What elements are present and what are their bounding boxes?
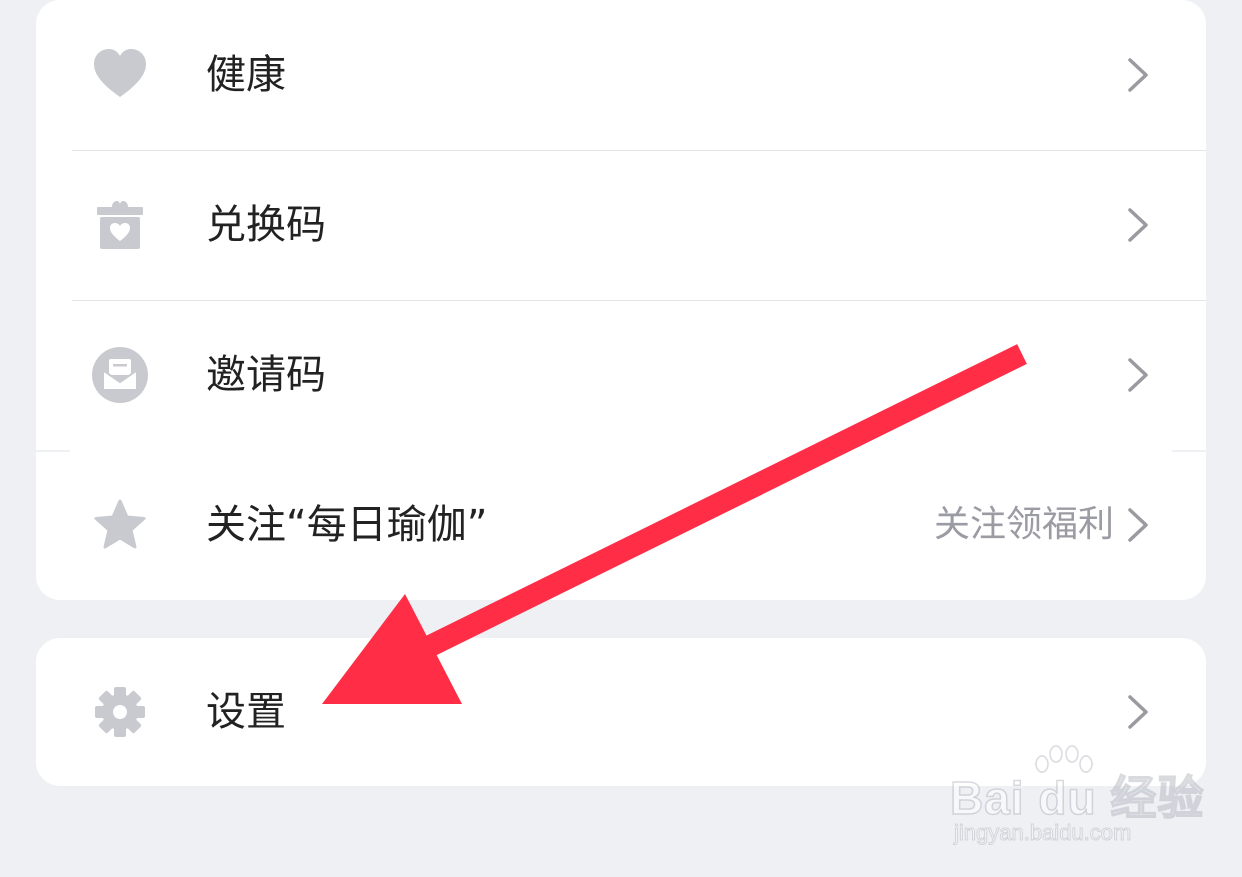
menu-item-label: 邀请码	[206, 352, 326, 398]
gift-box-icon	[90, 195, 150, 255]
baidu-jingyan-watermark: Bai du 经验 jingyan.baidu.com	[949, 740, 1204, 860]
watermark-url: jingyan.baidu.com	[953, 820, 1132, 846]
menu-item-invite-code[interactable]: 邀请码	[36, 300, 1206, 450]
chevron-right-icon	[1126, 694, 1150, 730]
menu-item-label: 健康	[206, 52, 286, 98]
star-icon	[90, 495, 150, 555]
menu-item-follow[interactable]: 关注“每日瑜伽” 关注领福利	[36, 450, 1206, 600]
settings-label: 设置	[206, 689, 286, 735]
heart-icon	[90, 45, 150, 105]
menu-item-label: 关注“每日瑜伽”	[206, 502, 488, 548]
follow-reward-text: 关注领福利	[933, 504, 1114, 545]
watermark-brand: Bai du 经验	[949, 771, 1205, 825]
chevron-right-icon	[1126, 207, 1150, 243]
chevron-right-icon	[1126, 507, 1150, 543]
menu-item-label: 兑换码	[206, 202, 326, 248]
menu-item-redeem-code[interactable]: 兑换码	[36, 150, 1206, 300]
gear-icon	[90, 682, 150, 742]
envelope-icon	[90, 345, 150, 405]
chevron-right-icon	[1126, 357, 1150, 393]
menu-item-health[interactable]: 健康	[36, 0, 1206, 150]
menu-card: 健康 兑换码 邀请码 关注“每日瑜伽” 关注领福利	[34, 0, 1208, 600]
chevron-right-icon	[1126, 57, 1150, 93]
